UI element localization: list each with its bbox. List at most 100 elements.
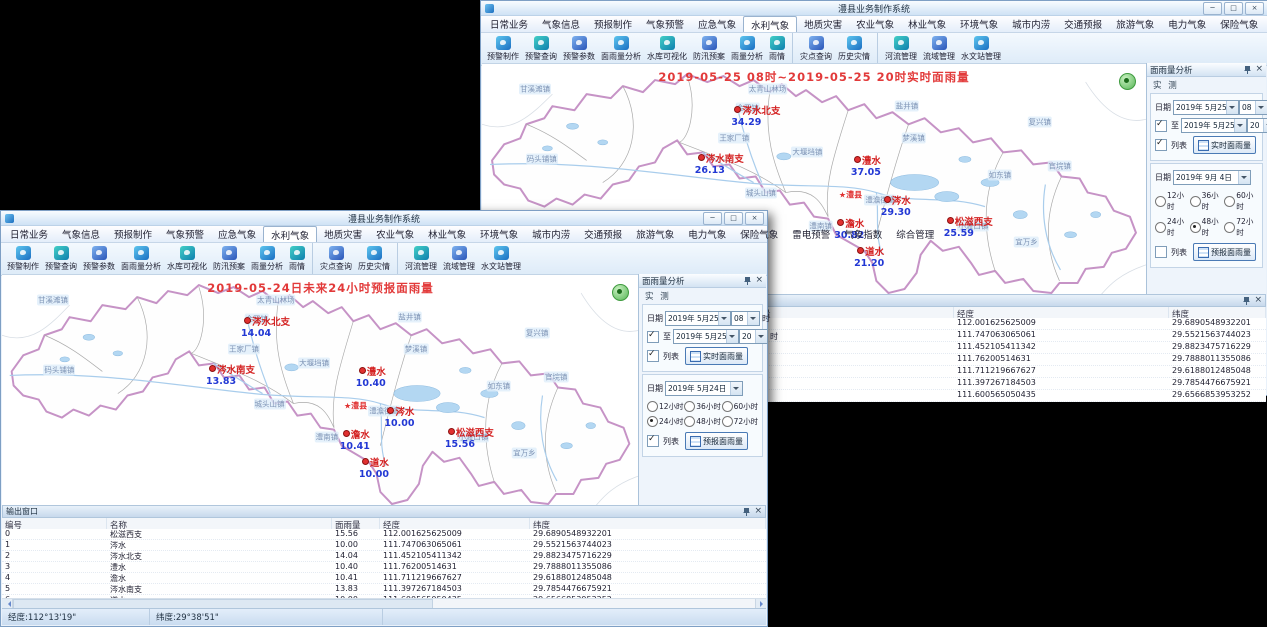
table-row[interactable]: 4澹水 10.41111.711219667627 29.61880124850… bbox=[2, 573, 766, 584]
menu-item[interactable]: 综合管理 bbox=[889, 226, 941, 242]
menu-item[interactable]: 环境气象 bbox=[953, 16, 1005, 32]
menu-item[interactable]: 气象信息 bbox=[535, 16, 587, 32]
toolbar-button[interactable]: 面雨量分析 bbox=[118, 243, 164, 275]
toolbar-button[interactable]: 历史灾情 bbox=[355, 243, 393, 275]
duration-radio[interactable]: 12小时 bbox=[647, 401, 684, 412]
list-checkbox[interactable] bbox=[1155, 139, 1167, 151]
toolbar-button[interactable]: 水库可视化 bbox=[644, 33, 690, 65]
realtime-area-rain-button[interactable]: 实时面雨量 bbox=[1193, 136, 1256, 154]
menu-item[interactable]: 林业气象 bbox=[901, 16, 953, 32]
duration-radio[interactable]: 72小时 bbox=[722, 416, 759, 427]
start-date-select[interactable]: 2019年 5月25日 bbox=[1173, 100, 1239, 115]
menu-item[interactable]: 地质灾害 bbox=[797, 16, 849, 32]
list-checkbox[interactable] bbox=[1155, 246, 1167, 258]
toolbar-button[interactable]: 水库可视化 bbox=[164, 243, 210, 275]
duration-radio[interactable]: 72小时 bbox=[1224, 216, 1259, 238]
to-checkbox[interactable] bbox=[1155, 120, 1167, 132]
minimize-button[interactable]: ─ bbox=[1203, 2, 1222, 15]
menu-item[interactable]: 预报制作 bbox=[587, 16, 639, 32]
panel-close-icon[interactable]: × bbox=[1255, 65, 1263, 74]
toolbar-button[interactable]: 预警制作 bbox=[4, 243, 42, 275]
table-row[interactable]: 0松滋西支 15.56112.001625625009 29.689054893… bbox=[2, 529, 766, 540]
forecast-date-select[interactable]: 2019年 5月24日 bbox=[665, 381, 743, 396]
menu-item[interactable]: 电力气象 bbox=[1161, 16, 1213, 32]
panel-header[interactable]: 面雨量分析 × bbox=[1147, 63, 1266, 77]
duration-radio[interactable]: 36小时 bbox=[684, 401, 721, 412]
map-locate-button[interactable] bbox=[612, 284, 629, 301]
toolbar-button[interactable]: 雨量分析 bbox=[728, 33, 766, 65]
toolbar-button[interactable]: 雨量分析 bbox=[248, 243, 286, 275]
menu-item[interactable]: 旅游气象 bbox=[629, 226, 681, 242]
duration-radio[interactable]: 36小时 bbox=[1190, 190, 1225, 212]
table-row[interactable]: 3澧水 10.40111.76200514631 29.788801135508… bbox=[2, 562, 766, 573]
close-button[interactable]: × bbox=[745, 212, 764, 225]
start-date-select[interactable]: 2019年 5月25日 bbox=[665, 311, 731, 326]
menu-item[interactable]: 雷电预警 bbox=[785, 226, 837, 242]
toolbar-button[interactable]: 预警参数 bbox=[80, 243, 118, 275]
end-hour-select[interactable]: 20 bbox=[1247, 118, 1267, 133]
menu-item[interactable]: 气象预警 bbox=[639, 16, 691, 32]
table-row[interactable]: 5涔水南支 13.83111.397267184503 29.785447667… bbox=[2, 584, 766, 595]
menu-item[interactable]: 保险气象 bbox=[733, 226, 785, 242]
toolbar-button[interactable]: 雨情 bbox=[286, 243, 308, 275]
panel-close-icon[interactable]: × bbox=[754, 507, 762, 516]
menu-item[interactable]: 电力气象 bbox=[681, 226, 733, 242]
menu-item[interactable]: 交通预报 bbox=[1057, 16, 1109, 32]
menu-item[interactable]: 气象信息 bbox=[55, 226, 107, 242]
menu-item[interactable]: 应急气象 bbox=[691, 16, 743, 32]
table-row[interactable]: 1涔水 10.00111.747063065061 29.55215637440… bbox=[2, 540, 766, 551]
pin-icon[interactable] bbox=[743, 507, 751, 516]
menu-item[interactable]: 地质灾害 bbox=[317, 226, 369, 242]
toolbar-button[interactable]: 流域管理 bbox=[920, 33, 958, 65]
output-panel-header[interactable]: 输出窗口 × bbox=[2, 505, 766, 518]
duration-radio[interactable]: 24小时 bbox=[1155, 216, 1190, 238]
menu-item[interactable]: 交通预报 bbox=[577, 226, 629, 242]
end-date-select[interactable]: 2019年 5月25日 bbox=[1181, 118, 1247, 133]
end-date-select[interactable]: 2019年 5月25日 bbox=[673, 329, 739, 344]
toolbar-button[interactable]: 预警制作 bbox=[484, 33, 522, 65]
menu-item[interactable]: 保险气象 bbox=[1213, 16, 1265, 32]
panel-close-icon[interactable]: × bbox=[755, 276, 763, 285]
toolbar-button[interactable]: 灾点查询 bbox=[792, 33, 835, 65]
menu-item[interactable]: 气象指数 bbox=[837, 226, 889, 242]
duration-radio[interactable]: 48小时 bbox=[1190, 216, 1225, 238]
duration-radio[interactable]: 60小时 bbox=[1224, 190, 1259, 212]
menu-item[interactable]: 环境气象 bbox=[473, 226, 525, 242]
toolbar-button[interactable]: 预警参数 bbox=[560, 33, 598, 65]
titlebar[interactable]: 澧县业务制作系统 ─ □ × bbox=[1, 211, 767, 226]
maximize-button[interactable]: □ bbox=[724, 212, 743, 225]
pin-icon[interactable] bbox=[744, 276, 752, 285]
toolbar-button[interactable]: 水文站管理 bbox=[958, 33, 1004, 65]
menu-item[interactable]: 预报制作 bbox=[107, 226, 159, 242]
panel-header[interactable]: 面雨量分析 × bbox=[639, 274, 766, 288]
menu-item[interactable]: 应急气象 bbox=[211, 226, 263, 242]
table-row[interactable]: 2涔水北支 14.04111.452105411342 29.882347571… bbox=[2, 551, 766, 562]
titlebar[interactable]: 澧县业务制作系统 ─ □ × bbox=[481, 1, 1267, 16]
forecast-area-rain-button[interactable]: 预报面雨量 bbox=[1193, 243, 1256, 261]
duration-radio[interactable]: 12小时 bbox=[1155, 190, 1190, 212]
close-button[interactable]: × bbox=[1245, 2, 1264, 15]
toolbar-button[interactable]: 预警查询 bbox=[522, 33, 560, 65]
menu-item[interactable]: 农业气象 bbox=[849, 16, 901, 32]
menu-item[interactable]: 农业气象 bbox=[369, 226, 421, 242]
realtime-area-rain-button[interactable]: 实时面雨量 bbox=[685, 347, 748, 365]
map-locate-button[interactable] bbox=[1119, 73, 1136, 90]
toolbar-button[interactable]: 河流管理 bbox=[877, 33, 920, 65]
toolbar-button[interactable]: 防汛预案 bbox=[690, 33, 728, 65]
maximize-button[interactable]: □ bbox=[1224, 2, 1243, 15]
to-checkbox[interactable] bbox=[647, 331, 659, 343]
toolbar-button[interactable]: 历史灾情 bbox=[835, 33, 873, 65]
panel-close-icon[interactable]: × bbox=[1254, 296, 1262, 305]
pin-icon[interactable] bbox=[1244, 65, 1252, 74]
duration-radio[interactable]: 60小时 bbox=[722, 401, 759, 412]
menu-item[interactable]: 城市内涝 bbox=[1005, 16, 1057, 32]
start-hour-select[interactable]: 08 bbox=[1239, 100, 1267, 115]
forecast-date-select[interactable]: 2019年 9月 4日 bbox=[1173, 170, 1251, 185]
list-checkbox[interactable] bbox=[647, 350, 659, 362]
pin-icon[interactable] bbox=[1243, 296, 1251, 305]
toolbar-button[interactable]: 河流管理 bbox=[397, 243, 440, 275]
menu-item[interactable]: 旅游气象 bbox=[1109, 16, 1161, 32]
toolbar-button[interactable]: 面雨量分析 bbox=[598, 33, 644, 65]
forecast-area-rain-button[interactable]: 预报面雨量 bbox=[685, 432, 748, 450]
menu-item[interactable]: 日常业务 bbox=[3, 226, 55, 242]
